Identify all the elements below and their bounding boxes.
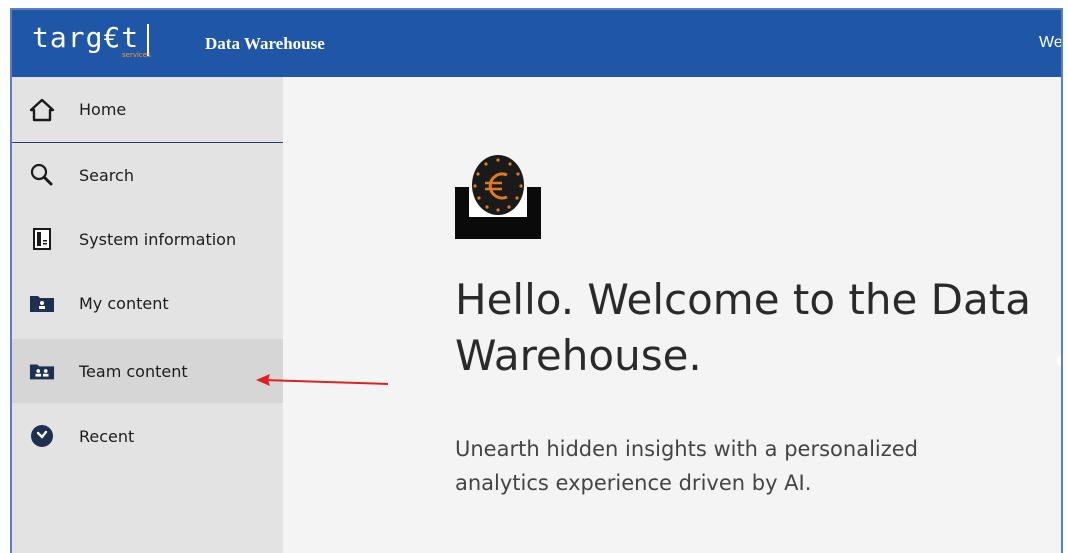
my-content-folder-icon: [29, 290, 55, 316]
sidebar-item-search[interactable]: Search: [12, 143, 283, 207]
carousel-handle-icon[interactable]: [1057, 355, 1061, 367]
sidebar-item-home[interactable]: Home: [12, 77, 283, 143]
search-icon: [29, 162, 55, 188]
sidebar-item-label: My content: [79, 293, 169, 313]
euro-coin-icon: [455, 153, 541, 239]
welcome-tagline: Unearth hidden insights with a personali…: [455, 437, 919, 495]
sidebar-item-system-information[interactable]: System information: [12, 207, 283, 271]
system-info-icon: [29, 226, 55, 252]
sidebar-item-label: Recent: [79, 426, 135, 446]
logo-wordmark: targ€t: [32, 21, 140, 54]
sidebar-item-team-content[interactable]: Team content: [12, 339, 283, 403]
welcome-headline: Hello. Welcome to the Data Warehouse.: [455, 275, 1031, 380]
sidebar-item-label: System information: [79, 229, 237, 249]
sidebar-item-label: Home: [79, 100, 127, 119]
logo-subtext: services: [122, 51, 151, 59]
welcome-user-text[interactable]: Wel: [1039, 34, 1061, 52]
sidebar-item-label: Team content: [79, 361, 188, 381]
sidebar-nav: Home Search System information My conten…: [12, 77, 283, 553]
top-header: targ€t services Data Warehouse Wel: [12, 10, 1061, 77]
app-window: targ€t services Data Warehouse Wel Home …: [10, 8, 1063, 553]
team-content-folder-icon: [29, 358, 55, 384]
app-title: Data Warehouse: [205, 34, 325, 53]
sidebar-item-label: Search: [79, 165, 134, 185]
recent-clock-icon: [29, 423, 55, 449]
sidebar-item-my-content[interactable]: My content: [12, 271, 283, 335]
target-logo[interactable]: targ€t services: [32, 21, 151, 62]
home-icon: [29, 97, 55, 123]
sidebar-item-recent[interactable]: Recent: [12, 404, 283, 468]
main-content: Hello. Welcome to the Data Warehouse. Un…: [283, 77, 1061, 553]
